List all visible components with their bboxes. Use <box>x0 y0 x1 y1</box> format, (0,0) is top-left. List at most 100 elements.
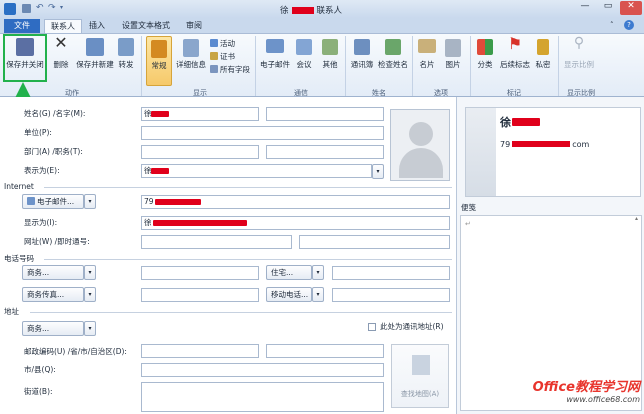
mobile-phone-button[interactable]: 移动电话... <box>266 287 312 302</box>
business-phone-button[interactable]: 商务... <box>22 265 84 280</box>
quick-access-dropdown-icon[interactable]: ▾ <box>60 4 63 11</box>
business-fax-button[interactable]: 商务传真... <box>22 287 84 302</box>
file-as-label: 表示为(E): <box>24 166 60 175</box>
email-dropdown[interactable]: ▾ <box>84 194 96 209</box>
watermark: Office教程学习网 www.office68.com <box>500 376 640 410</box>
email-ribbon-button[interactable]: 电子邮件 <box>258 36 292 86</box>
tab-insert[interactable]: 插入 <box>84 19 110 33</box>
map-button[interactable]: 查找地图(A) <box>391 344 449 408</box>
address-book-button[interactable]: 通讯簿 <box>348 36 376 86</box>
ribbon-minimize-icon[interactable]: ˄ <box>610 21 614 29</box>
minimize-button[interactable]: — <box>574 1 596 15</box>
meeting-icon <box>296 39 312 55</box>
mobile-phone-dropdown[interactable]: ▾ <box>312 287 324 302</box>
highlight-box <box>3 34 47 82</box>
general-button[interactable]: 常规 <box>146 36 172 86</box>
details-label: 详细信息 <box>176 60 206 69</box>
title-bar: ↶ ↷ ▾ 徐联系人 — ▭ ✕ <box>0 0 644 18</box>
general-label: 常规 <box>151 61 167 70</box>
forward-button[interactable]: 转发 <box>114 36 138 86</box>
contact-form: 姓名(G) /名字(M): 徐 单位(P): 部门(A) /职务(T): 表示为… <box>0 97 456 414</box>
private-button[interactable]: 私密 <box>532 36 554 86</box>
business-fax-dropdown[interactable]: ▾ <box>84 287 96 302</box>
map-icon <box>412 355 430 375</box>
business-fax-field[interactable] <box>141 288 259 302</box>
zoom-button[interactable]: ⚲ 显示比例 <box>562 36 596 86</box>
file-as-dropdown[interactable]: ▾ <box>372 164 384 179</box>
delete-button[interactable]: ✕ 删除 <box>48 33 74 86</box>
outlook-logo-icon <box>4 3 16 15</box>
magnifier-icon: ⚲ <box>573 35 585 51</box>
email-button[interactable]: 电子邮件... <box>22 194 84 209</box>
business-card-preview[interactable]: 徐 79 com <box>465 107 641 197</box>
right-pane: 徐 79 com 便笺 ↵ ▴ <box>456 97 644 414</box>
postal-code-field[interactable] <box>141 344 259 358</box>
picture-button[interactable]: 图片 <box>440 36 466 86</box>
flag-icon: ⚑ <box>507 34 523 53</box>
city-label: 市/县(Q): <box>24 365 56 374</box>
meeting-button[interactable]: 会议 <box>292 36 316 86</box>
categorize-button[interactable]: 分类 <box>472 36 498 86</box>
notes-return-mark: ↵ <box>465 220 471 228</box>
maximize-button[interactable]: ▭ <box>597 1 619 15</box>
department-field[interactable] <box>141 145 259 159</box>
close-button[interactable]: ✕ <box>620 1 642 15</box>
private-label: 私密 <box>535 60 551 69</box>
address-type-dropdown[interactable]: ▾ <box>84 321 96 336</box>
business-phone-field[interactable] <box>141 266 259 280</box>
notes-label: 便笺 <box>461 203 476 212</box>
file-as-field[interactable]: 徐 <box>141 164 372 178</box>
check-names-icon <box>385 39 401 55</box>
home-phone-dropdown[interactable]: ▾ <box>312 265 324 280</box>
check-names-button[interactable]: 检查姓名 <box>376 36 410 86</box>
address-section-title: 地址 <box>4 307 19 316</box>
home-phone-field[interactable] <box>332 266 450 280</box>
province-field[interactable] <box>266 344 384 358</box>
job-title-field[interactable] <box>266 145 384 159</box>
more-label: 其他 <box>322 60 338 69</box>
help-icon[interactable]: ? <box>624 20 634 30</box>
details-button[interactable]: 详细信息 <box>174 36 208 86</box>
tab-file[interactable]: 文件 <box>4 19 40 33</box>
activities-button[interactable]: 活动 <box>210 39 235 48</box>
all-fields-button[interactable]: 所有字段 <box>210 65 250 74</box>
save-quick-icon[interactable] <box>22 4 31 13</box>
job-title-top-field[interactable] <box>266 107 384 121</box>
mobile-phone-field[interactable] <box>332 288 450 302</box>
department-label: 部门(A) /职务(T): <box>24 147 83 156</box>
picture-label: 图片 <box>445 60 461 69</box>
home-phone-button[interactable]: 住宅... <box>266 265 312 280</box>
scroll-up-arrow[interactable]: ▴ <box>635 215 638 222</box>
email-ribbon-label: 电子邮件 <box>260 60 290 69</box>
check-names-label: 检查姓名 <box>378 60 408 69</box>
street-field[interactable] <box>141 382 384 412</box>
tab-format-text[interactable]: 设置文本格式 <box>114 19 178 33</box>
card-name: 徐 <box>500 116 511 129</box>
contact-photo[interactable] <box>390 109 450 181</box>
im-field[interactable] <box>299 235 450 249</box>
undo-icon[interactable]: ↶ <box>36 3 44 13</box>
person-silhouette-icon <box>409 122 433 146</box>
email-icon <box>266 39 284 53</box>
address-type-button[interactable]: 商务... <box>22 321 84 336</box>
redo-icon[interactable]: ↷ <box>48 3 56 13</box>
more-button[interactable]: 其他 <box>318 36 342 86</box>
tab-review[interactable]: 审阅 <box>180 19 208 33</box>
lock-icon <box>537 39 549 55</box>
company-field[interactable] <box>141 126 384 140</box>
web-label: 网址(W) /即时通号: <box>24 237 90 246</box>
all-fields-icon <box>210 65 218 73</box>
tab-contact[interactable]: 联系人 <box>44 19 82 33</box>
business-card-button[interactable]: 名片 <box>414 36 440 86</box>
business-phone-dropdown[interactable]: ▾ <box>84 265 96 280</box>
mailing-address-checkbox[interactable] <box>368 323 376 331</box>
follow-up-button[interactable]: ⚑ 后续标志 <box>498 36 532 86</box>
categorize-icon <box>477 39 493 55</box>
watermark-url: www.office68.com <box>566 395 640 404</box>
save-new-button[interactable]: 保存并新建 <box>76 36 114 86</box>
delete-icon: ✕ <box>54 33 68 52</box>
web-field[interactable] <box>141 235 292 249</box>
meeting-label: 会议 <box>296 60 312 69</box>
city-field[interactable] <box>141 363 384 377</box>
certificates-button[interactable]: 证书 <box>210 52 235 61</box>
